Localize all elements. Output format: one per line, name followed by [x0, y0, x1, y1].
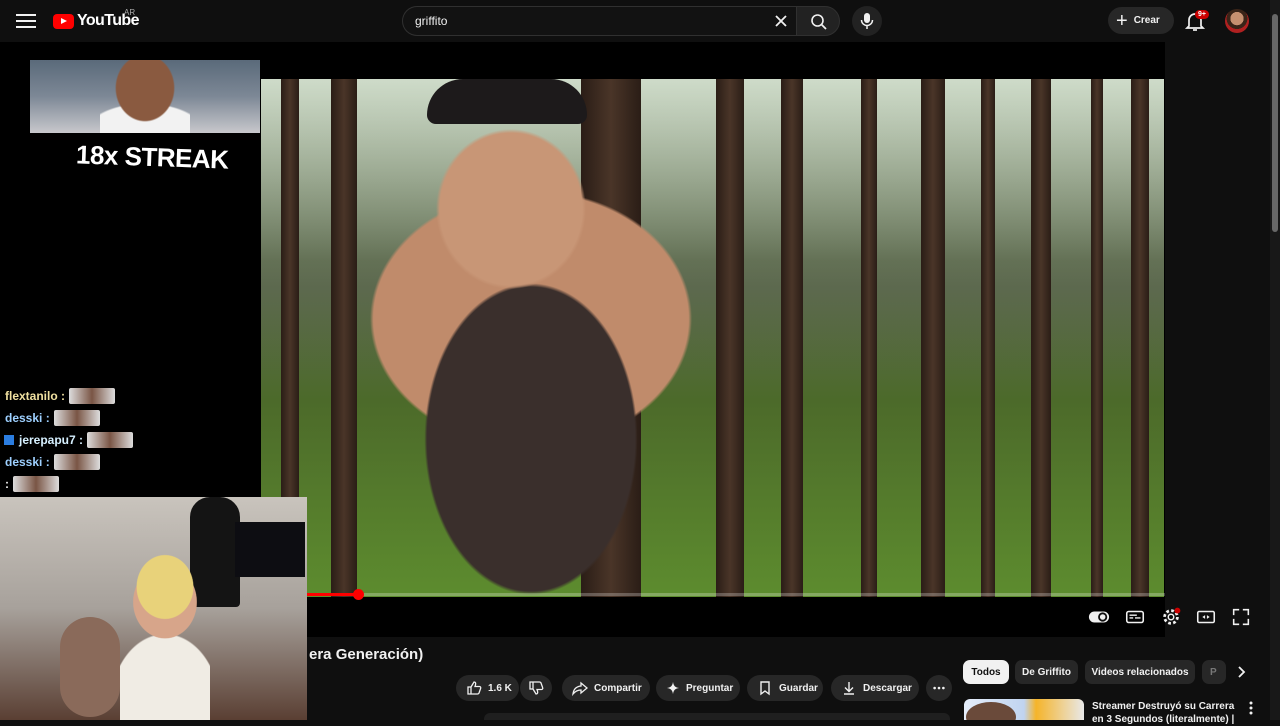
like-button[interactable]: 1.6 K	[456, 675, 519, 701]
chat-message: desski :	[0, 451, 160, 473]
chat-emote	[69, 388, 116, 404]
save-button[interactable]: Guardar	[747, 675, 823, 701]
description-box[interactable]	[484, 713, 950, 720]
chip-videos-relacionados[interactable]: Videos relacionados	[1085, 660, 1195, 684]
recommended-video-title[interactable]: Streamer Destruyó su Carrera en 3 Segund…	[1092, 700, 1242, 726]
video-subject-cap	[427, 79, 587, 124]
share-button[interactable]: Compartir	[562, 675, 650, 701]
more-horizontal-icon	[933, 686, 945, 690]
chevron-right-icon[interactable]	[1232, 663, 1250, 681]
thumbs-down-icon	[529, 681, 544, 695]
tree-trunk	[716, 79, 744, 597]
tree-trunk	[1131, 79, 1149, 597]
streamer-webcam	[0, 497, 307, 720]
streamer-arm	[60, 617, 120, 717]
chat-emote	[13, 476, 59, 492]
fullscreen-icon[interactable]	[1230, 606, 1252, 628]
create-label: Crear	[1133, 15, 1160, 26]
chat-message: jerepapu7 :	[0, 429, 160, 451]
tree-trunk	[1031, 79, 1051, 597]
tree-trunk	[981, 79, 995, 597]
like-count: 1.6 K	[488, 682, 512, 694]
chip-truncated[interactable]: P	[1202, 660, 1226, 684]
reaction-cam-face	[100, 60, 190, 133]
video-subject	[361, 89, 701, 597]
ask-label: Preguntar	[686, 682, 734, 694]
download-icon	[844, 682, 854, 695]
chat-message: :	[0, 473, 160, 495]
top-bar: YouTube AR griffito + Crear 9+	[0, 0, 1270, 42]
webcam-background-monitor	[235, 522, 305, 577]
theater-mode-icon[interactable]	[1195, 606, 1217, 628]
video-frame[interactable]	[261, 79, 1164, 597]
download-button[interactable]: Descargar	[831, 675, 919, 701]
create-button[interactable]: + Crear	[1108, 7, 1174, 34]
chip-todos[interactable]: Todos	[963, 660, 1009, 684]
chat-emote	[53, 410, 100, 426]
progress-bar[interactable]	[307, 593, 1165, 596]
subtitles-icon[interactable]	[1124, 606, 1146, 628]
avatar[interactable]	[1225, 9, 1249, 33]
sparkle-icon	[666, 681, 680, 695]
video-title: era Generación)	[309, 646, 424, 663]
more-actions-button[interactable]	[926, 675, 952, 701]
share-label: Compartir	[594, 682, 642, 694]
tree-trunk	[781, 79, 803, 597]
tree-trunk	[921, 79, 945, 597]
tree-trunk	[331, 79, 357, 597]
tree-trunk	[1091, 79, 1103, 597]
search-button[interactable]	[796, 6, 840, 36]
chat-badge-icon	[4, 435, 14, 445]
search-input[interactable]: griffito	[402, 6, 797, 36]
streamer-person	[120, 537, 210, 720]
youtube-play-icon	[53, 13, 74, 29]
chat-username: jerepapu7 :	[19, 433, 84, 447]
streak-text: 18x STREAK	[75, 139, 229, 175]
voice-search-button[interactable]	[852, 6, 882, 36]
progress-scrubber[interactable]	[353, 589, 364, 600]
chip-de-griffito[interactable]: De Griffito	[1015, 660, 1078, 684]
download-label: Descargar	[863, 682, 912, 694]
search-icon	[811, 14, 827, 30]
streamer-reaction-cam	[30, 60, 260, 133]
stream-chat: flextanilo : desski : jerepapu7 : desski…	[0, 385, 160, 495]
microphone-icon	[860, 13, 874, 29]
ask-button[interactable]: Preguntar	[656, 675, 740, 701]
thumbnail-face	[966, 702, 1016, 720]
dislike-button[interactable]	[520, 675, 552, 701]
autoplay-toggle[interactable]	[1088, 606, 1110, 628]
more-vertical-icon[interactable]	[1244, 700, 1258, 716]
scrollbar-thumb[interactable]	[1272, 14, 1278, 232]
bookmark-icon	[760, 681, 770, 696]
share-icon	[572, 681, 588, 696]
country-code: AR	[124, 8, 136, 17]
chat-message: desski :	[0, 407, 160, 429]
chat-username: desski :	[5, 455, 50, 469]
save-label: Guardar	[779, 682, 818, 694]
search-input-value[interactable]: griffito	[415, 14, 447, 28]
notification-badge: 9+	[1195, 10, 1209, 19]
clear-search-icon[interactable]	[771, 11, 791, 31]
chat-emote	[53, 454, 100, 470]
settings-gear-icon[interactable]	[1160, 606, 1182, 628]
chat-emote	[87, 432, 134, 448]
plus-icon: +	[1116, 9, 1128, 32]
thumbs-up-icon	[467, 681, 482, 695]
chat-message: flextanilo :	[0, 385, 160, 407]
menu-icon[interactable]	[14, 10, 38, 32]
chat-username: desski :	[5, 411, 50, 425]
page-scrollbar[interactable]	[1270, 0, 1280, 720]
recommended-video-thumbnail[interactable]	[964, 699, 1084, 720]
chat-username: flextanilo :	[5, 389, 66, 403]
progress-bar-played	[307, 593, 358, 596]
player-side-area	[1165, 42, 1270, 637]
tree-trunk	[861, 79, 877, 597]
chat-username: :	[5, 477, 9, 491]
